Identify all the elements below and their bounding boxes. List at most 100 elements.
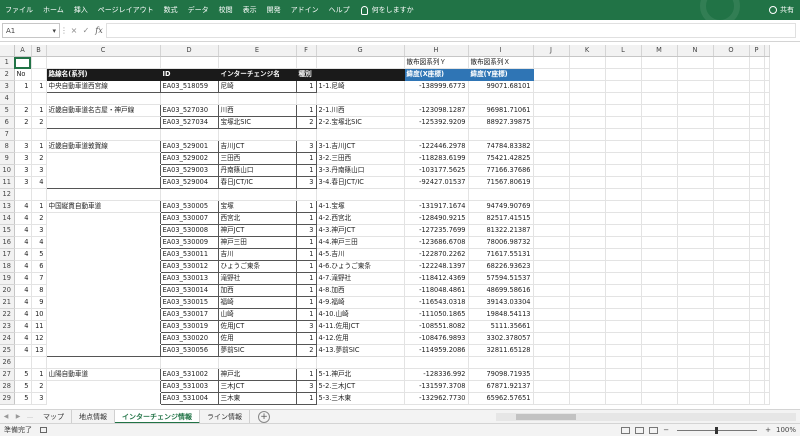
cell-i[interactable]: 68226.93623 xyxy=(468,260,534,273)
cell-j[interactable] xyxy=(533,296,570,309)
cell-p[interactable] xyxy=(749,212,765,225)
header-cell-c[interactable]: 路線名(系列) xyxy=(46,68,161,81)
cell-f[interactable]: 2 xyxy=(295,344,317,357)
cell-o[interactable] xyxy=(713,284,750,297)
cell-g[interactable] xyxy=(316,356,405,369)
cell-a[interactable] xyxy=(14,188,32,201)
cell-e[interactable]: 福崎 xyxy=(217,296,297,309)
cell-l[interactable] xyxy=(605,320,642,333)
sheet-tab[interactable]: ライン情報 xyxy=(200,409,250,424)
cell-d[interactable]: EA03_530056 xyxy=(159,344,219,357)
cell-f[interactable]: 1 xyxy=(295,296,317,309)
cell-i[interactable] xyxy=(468,128,534,141)
cell-d[interactable]: EA03_530015 xyxy=(159,296,219,309)
share-button[interactable]: 共有 xyxy=(769,0,794,20)
cell-k[interactable] xyxy=(569,248,606,261)
cell-e[interactable]: 神戸JCT xyxy=(217,224,297,237)
cell-a[interactable]: 3 xyxy=(14,164,32,177)
cell-n[interactable] xyxy=(677,188,714,201)
cell-k[interactable] xyxy=(569,104,606,117)
row-header[interactable]: 8 xyxy=(0,140,15,153)
cell-i[interactable]: 67871.92137 xyxy=(468,380,534,393)
cell-m[interactable] xyxy=(641,248,678,261)
cell-b[interactable]: 4 xyxy=(31,236,47,249)
chevron-down-icon[interactable]: ▾ xyxy=(52,27,56,35)
cell-k[interactable] xyxy=(569,368,606,381)
column-header[interactable]: B xyxy=(31,45,47,57)
cell-d[interactable]: EA03_530017 xyxy=(159,308,219,321)
row-header[interactable]: 27 xyxy=(0,368,15,381)
cell-f[interactable] xyxy=(296,356,317,369)
page-layout-view-icon[interactable] xyxy=(635,426,645,434)
cell-d[interactable]: EA03_530005 xyxy=(159,200,219,213)
cell-n[interactable] xyxy=(677,104,714,117)
cell-j[interactable] xyxy=(533,236,570,249)
cell-k[interactable] xyxy=(569,212,606,225)
column-header[interactable]: G xyxy=(316,45,405,57)
cell-f[interactable]: 2 xyxy=(295,116,317,129)
cell-h[interactable]: -132962.7730 xyxy=(404,392,469,405)
cell-b[interactable]: 9 xyxy=(31,296,47,309)
cell-j[interactable] xyxy=(533,92,570,105)
cell-p[interactable] xyxy=(749,368,765,381)
cell-e[interactable]: 丹南篠山口 xyxy=(217,164,297,177)
cell-d[interactable] xyxy=(160,128,219,141)
cell-n[interactable] xyxy=(677,212,714,225)
cell-o[interactable] xyxy=(713,200,750,213)
cell-f[interactable] xyxy=(296,188,317,201)
cell-l[interactable] xyxy=(605,392,642,405)
cell-k[interactable] xyxy=(569,188,606,201)
cell-o[interactable] xyxy=(713,80,750,93)
cell-h[interactable]: -123686.6708 xyxy=(404,236,469,249)
cell-k[interactable] xyxy=(569,380,606,393)
cell-f[interactable]: 1 xyxy=(295,80,317,93)
cell-p[interactable] xyxy=(749,92,765,105)
cell-k[interactable] xyxy=(569,140,606,153)
ribbon-tab[interactable]: ホーム xyxy=(38,5,69,15)
cell-m[interactable] xyxy=(641,116,678,129)
cell-a[interactable]: 5 xyxy=(14,368,32,381)
cell-a[interactable]: 5 xyxy=(14,380,32,393)
cell-m[interactable] xyxy=(641,164,678,177)
cell-d[interactable]: EA03_531002 xyxy=(159,368,219,381)
cell-o[interactable] xyxy=(713,368,750,381)
row-header[interactable]: 19 xyxy=(0,272,15,285)
cell-f[interactable]: 1 xyxy=(295,212,317,225)
cell-j[interactable] xyxy=(533,200,570,213)
row-header[interactable]: 25 xyxy=(0,344,15,357)
row-header[interactable]: 15 xyxy=(0,224,15,237)
column-header[interactable]: M xyxy=(641,45,678,57)
column-header[interactable]: F xyxy=(296,45,317,57)
cell-i[interactable]: 79098.71935 xyxy=(468,368,534,381)
cell-p[interactable] xyxy=(749,116,765,129)
cell-f[interactable] xyxy=(296,56,317,69)
cell-h[interactable]: -114959.2086 xyxy=(404,344,469,357)
cell-j[interactable] xyxy=(533,320,570,333)
cell-b[interactable]: 10 xyxy=(31,308,47,321)
cell-e[interactable]: 夢前SIC xyxy=(217,344,297,357)
cell-b[interactable]: 2 xyxy=(31,212,47,225)
column-header[interactable]: E xyxy=(218,45,297,57)
cell-o[interactable] xyxy=(713,296,750,309)
cell-c[interactable] xyxy=(46,56,161,69)
cell-h[interactable] xyxy=(404,188,469,201)
cell-b[interactable] xyxy=(31,128,47,141)
scroll-right-icon[interactable]: ▶ xyxy=(12,413,24,420)
row-header[interactable]: 10 xyxy=(0,164,15,177)
cell-n[interactable] xyxy=(677,284,714,297)
cell-i[interactable]: 74784.83382 xyxy=(468,140,534,153)
cell-i[interactable]: 78006.98732 xyxy=(468,236,534,249)
cell-f[interactable]: 1 xyxy=(295,104,317,117)
cell-n[interactable] xyxy=(677,296,714,309)
cell-j[interactable] xyxy=(533,164,570,177)
cell-p[interactable] xyxy=(749,308,765,321)
cell-l[interactable] xyxy=(605,344,642,357)
ribbon-tab[interactable]: 数式 xyxy=(159,5,183,15)
cell-c[interactable] xyxy=(45,380,161,393)
cell-k[interactable] xyxy=(569,260,606,273)
cell-d[interactable]: EA03_531004 xyxy=(159,392,219,405)
cell-a[interactable]: 4 xyxy=(14,344,32,357)
cell-f[interactable]: 1 xyxy=(295,248,317,261)
cell-f[interactable]: 1 xyxy=(295,308,317,321)
cell-a[interactable]: 4 xyxy=(14,272,32,285)
